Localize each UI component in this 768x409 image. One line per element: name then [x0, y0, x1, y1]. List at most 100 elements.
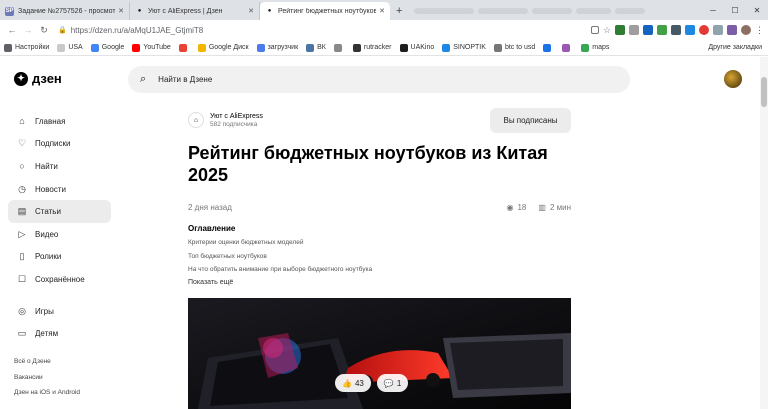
- sidebar-item[interactable]: ▭ Детям: [8, 322, 111, 345]
- sidebar-item-label: Детям: [35, 329, 59, 339]
- bookmark-item[interactable]: SINOPTIK: [442, 43, 486, 52]
- url-field[interactable]: 🔒 https://dzen.ru/a/aMqU1JAE_GtjmiT8: [58, 26, 591, 35]
- back-icon[interactable]: ←: [4, 25, 20, 35]
- scrollbar-thumb[interactable]: [761, 77, 767, 107]
- address-bar: ← → ↻ 🔒 https://dzen.ru/a/aMqU1JAE_Gtjmi…: [0, 20, 768, 40]
- dzen-logo[interactable]: ✦ дзен: [14, 71, 62, 86]
- sidebar-footer-link[interactable]: Дзен на iOS и Android: [8, 385, 111, 401]
- tab-favicon-icon: ●: [137, 8, 142, 14]
- sidebar-item[interactable]: ☐ Сохранённое: [8, 268, 111, 291]
- extension-icon[interactable]: [671, 25, 681, 35]
- sidebar-item[interactable]: ▯ Ролики: [8, 246, 111, 269]
- bookmark-favicon-icon: [132, 43, 141, 52]
- search-input[interactable]: ⌕ Найти в Дзене: [128, 66, 630, 93]
- bookmark-item[interactable]: rutracker: [352, 43, 392, 52]
- sidebar-item-label: Видео: [35, 229, 59, 239]
- share-icon[interactable]: [590, 26, 599, 34]
- bookmark-item[interactable]: USA: [57, 43, 83, 52]
- extension-icon[interactable]: [643, 25, 653, 35]
- bookmark-item[interactable]: [562, 43, 573, 52]
- sidebar-item[interactable]: ○ Найти: [8, 155, 111, 178]
- bookmark-item[interactable]: [178, 43, 190, 52]
- home-icon: ⌂: [19, 116, 25, 127]
- comments-button[interactable]: 💬 1: [376, 374, 409, 392]
- channel-name[interactable]: Уют с AliExpress: [210, 113, 263, 120]
- extension-icon[interactable]: [615, 25, 625, 35]
- extension-icon[interactable]: [685, 25, 695, 35]
- close-window-icon[interactable]: ✕: [746, 6, 768, 15]
- other-tabs: [408, 2, 702, 20]
- bookmark-item[interactable]: maps: [581, 43, 610, 52]
- sidebar-item[interactable]: ▤ Статьи: [8, 200, 111, 223]
- sidebar-item-label: Игры: [35, 306, 54, 316]
- bookmark-item[interactable]: YouTube: [132, 43, 171, 52]
- sidebar-footer-link[interactable]: Всё о Дзене: [8, 354, 111, 370]
- bookmark-favicon-icon: [197, 43, 206, 52]
- bookmark-item[interactable]: Google: [90, 43, 124, 52]
- page-scrollbar[interactable]: [760, 57, 768, 409]
- bookmark-label: maps: [592, 44, 610, 51]
- bookmark-favicon-icon: [178, 43, 187, 52]
- browser-tab[interactable]: ● Уют с AliExpress | Дзен ✕: [130, 2, 260, 20]
- maximize-icon[interactable]: ☐: [724, 6, 746, 15]
- bookmark-item[interactable]: Google Диск: [197, 43, 249, 52]
- sidebar-item[interactable]: ◎ Игры: [8, 300, 111, 323]
- bookmark-item[interactable]: загрузчик: [256, 43, 298, 52]
- profile-avatar-icon[interactable]: [741, 25, 751, 35]
- reactions-bar: 👍 43 💬 1: [335, 374, 409, 392]
- bookmark-item[interactable]: Настройки: [4, 43, 49, 52]
- forward-icon[interactable]: →: [20, 25, 36, 35]
- sidebar-item[interactable]: ⌂ Главная: [8, 110, 111, 133]
- bookmark-item[interactable]: [543, 43, 554, 52]
- tab-favicon-icon: ●: [267, 8, 272, 14]
- sidebar-footer-link[interactable]: Вакансии: [8, 369, 111, 385]
- sidebar-item-label: Статьи: [35, 207, 61, 217]
- star-icon[interactable]: ☆: [603, 25, 611, 36]
- close-tab-icon[interactable]: ✕: [379, 7, 385, 15]
- sidebar-item[interactable]: ♡ Подписки: [8, 133, 111, 156]
- browser-tab[interactable]: SP Задание №2757526 - просмотр з ✕: [0, 2, 130, 20]
- bookmark-item[interactable]: ВК: [306, 43, 326, 52]
- tab-favicon-icon: SP: [5, 6, 14, 16]
- like-button[interactable]: 👍 43: [335, 374, 371, 392]
- sidebar-item-label: Подписки: [35, 139, 71, 149]
- search-icon: ⌕: [140, 73, 147, 85]
- bookmarks-bar: Настройки USA Google YouTube Google Диск загр…: [0, 40, 768, 56]
- sidebar-item[interactable]: ◷ Новости: [8, 178, 111, 201]
- toc-heading: Оглавление: [188, 224, 236, 233]
- toc-item[interactable]: Критерии оценки бюджетных моделей: [188, 236, 571, 250]
- menu-dots-icon[interactable]: ⋮: [755, 25, 764, 36]
- minimize-icon[interactable]: ─: [702, 6, 724, 15]
- article-hero-image: [188, 298, 571, 409]
- close-tab-icon[interactable]: ✕: [248, 7, 254, 15]
- other-bookmarks[interactable]: Другие закладки: [708, 44, 762, 51]
- avatar[interactable]: [724, 70, 742, 88]
- article-meta: 2 дня назад ◉ 18 ▥ 2 мин: [188, 201, 571, 213]
- bookmark-item[interactable]: [333, 43, 345, 52]
- show-more-link[interactable]: Показать ещё: [188, 277, 571, 289]
- browser-tab-bar: SP Задание №2757526 - просмотр з ✕ ● Уют с A…: [0, 0, 768, 20]
- extension-icon[interactable]: [629, 25, 639, 35]
- sidebar-item[interactable]: ▷ Видео: [8, 223, 111, 246]
- bookmark-favicon-icon: [57, 43, 66, 52]
- extension-icon[interactable]: [657, 25, 667, 35]
- logo-text: дзен: [32, 71, 62, 86]
- comment-icon: 💬: [383, 378, 394, 388]
- extension-icon[interactable]: [699, 25, 709, 35]
- subscriptions-icon: ♡: [17, 138, 27, 149]
- close-tab-icon[interactable]: ✕: [118, 7, 124, 15]
- toc-item[interactable]: Топ бюджетных ноутбуков: [188, 250, 571, 264]
- extension-icon[interactable]: [727, 25, 737, 35]
- toc-item[interactable]: На что обратить внимание при выборе бюдж…: [188, 263, 571, 277]
- subscribe-button[interactable]: Вы подписаны: [490, 108, 571, 133]
- tab-title: Рейтинг бюджетных ноутбуков: [278, 7, 377, 15]
- extension-icon[interactable]: [713, 25, 723, 35]
- bookmark-item[interactable]: btc to usd: [493, 43, 535, 52]
- sidebar-item-label: Новости: [35, 184, 66, 194]
- browser-tab[interactable]: ● Рейтинг бюджетных ноутбуков ✕: [260, 2, 390, 20]
- bookmark-item[interactable]: UAKino: [399, 43, 434, 52]
- bookmark-label: SINOPTIK: [453, 44, 486, 51]
- new-tab-button[interactable]: +: [390, 2, 408, 20]
- likes-count: 43: [354, 378, 364, 388]
- reload-icon[interactable]: ↻: [36, 25, 52, 36]
